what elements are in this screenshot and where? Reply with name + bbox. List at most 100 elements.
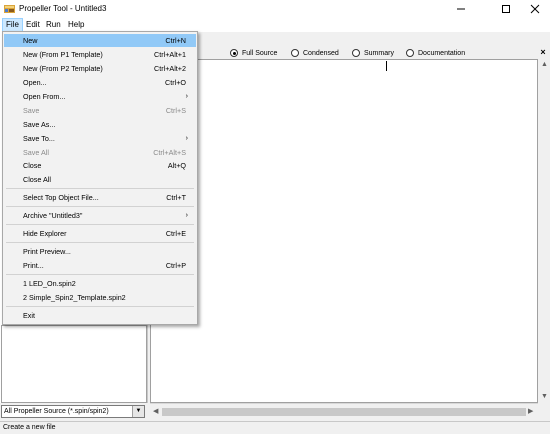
- menu-item-save-to[interactable]: Save To... ›: [4, 132, 196, 145]
- menu-file[interactable]: File: [2, 18, 23, 32]
- radio-documentation[interactable]: Documentation: [406, 47, 465, 59]
- maximize-button[interactable]: [491, 0, 521, 18]
- menu-edit[interactable]: Edit: [23, 18, 43, 32]
- scroll-right-arrow-icon[interactable]: ▶: [528, 408, 533, 416]
- radio-full-source[interactable]: Full Source: [230, 47, 277, 59]
- scroll-left-arrow-icon[interactable]: ◀: [153, 408, 158, 416]
- menu-item-shortcut: Ctrl+T: [166, 193, 186, 202]
- menu-item-label: Open...: [23, 78, 47, 87]
- close-icon: [530, 4, 540, 14]
- scroll-down-arrow-icon[interactable]: ▼: [541, 393, 548, 401]
- menu-item-new-p1-template[interactable]: New (From P1 Template) Ctrl+Alt+1: [4, 48, 196, 61]
- menu-item-close-all[interactable]: Close All: [4, 173, 196, 186]
- menu-item-label: 1 LED_On.spin2: [23, 279, 76, 288]
- submenu-arrow-icon: ›: [185, 135, 188, 142]
- menu-separator: [6, 224, 194, 225]
- menu-item-new-p2-template[interactable]: New (From P2 Template) Ctrl+Alt+2: [4, 62, 196, 75]
- menu-item-select-top-object[interactable]: Select Top Object File... Ctrl+T: [4, 191, 196, 204]
- text-caret: [386, 61, 387, 71]
- editor-close-button[interactable]: ×: [537, 46, 549, 58]
- menu-item-label: Save All: [23, 148, 49, 157]
- file-list-pane[interactable]: [1, 325, 147, 403]
- horizontal-scrollbar[interactable]: ◀ ▶: [150, 403, 538, 419]
- menu-item-open-from[interactable]: Open From... ›: [4, 90, 196, 103]
- menu-item-exit[interactable]: Exit: [4, 309, 196, 322]
- horizontal-scroll-thumb[interactable]: [162, 408, 526, 416]
- minimize-icon: [457, 8, 465, 10]
- menu-item-shortcut: Ctrl+N: [165, 36, 186, 45]
- menu-item-shortcut: Alt+Q: [167, 161, 186, 170]
- radio-button-checked[interactable]: [230, 49, 238, 57]
- menu-item-new[interactable]: New Ctrl+N: [4, 34, 196, 47]
- maximize-icon: [502, 5, 510, 13]
- menu-item-label: 2 Simple_Spin2_Template.spin2: [23, 293, 126, 302]
- menu-separator: [6, 206, 194, 207]
- menu-item-save-as[interactable]: Save As...: [4, 118, 196, 131]
- vertical-scrollbar[interactable]: ▲ ▼: [538, 59, 550, 403]
- window-title: Propeller Tool - Untitled3: [19, 4, 107, 13]
- radio-documentation-label: Documentation: [418, 49, 466, 57]
- menu-item-label: New (From P2 Template): [23, 64, 103, 73]
- radio-button[interactable]: [406, 49, 414, 57]
- menu-separator: [6, 274, 194, 275]
- menu-item-open[interactable]: Open... Ctrl+O: [4, 76, 196, 89]
- status-bar: Create a new file: [0, 421, 550, 434]
- menu-item-label: Print Preview...: [23, 247, 71, 256]
- minimize-button[interactable]: [446, 0, 476, 18]
- menu-item-hide-explorer[interactable]: Hide Explorer Ctrl+E: [4, 227, 196, 240]
- submenu-arrow-icon: ›: [185, 212, 188, 219]
- menu-item-shortcut: Ctrl+Alt+1: [154, 50, 186, 59]
- radio-button[interactable]: [291, 49, 299, 57]
- menu-item-shortcut: Ctrl+S: [165, 106, 186, 115]
- menu-item-label: Hide Explorer: [23, 229, 67, 238]
- submenu-arrow-icon: ›: [185, 93, 188, 100]
- radio-condensed-label: Condensed: [303, 49, 339, 57]
- chevron-down-icon[interactable]: ▼: [132, 406, 144, 417]
- menu-item-label: New (From P1 Template): [23, 50, 103, 59]
- radio-summary[interactable]: Summary: [352, 47, 394, 59]
- menu-item-close[interactable]: Close Alt+Q: [4, 159, 196, 172]
- menu-item-save-all[interactable]: Save All Ctrl+Alt+S: [4, 146, 196, 159]
- menu-item-label: Save To...: [23, 134, 55, 143]
- menu-item-label: New: [23, 36, 38, 45]
- code-editor[interactable]: [150, 59, 538, 403]
- menu-separator: [6, 306, 194, 307]
- file-filter-value: All Propeller Source (*.spin/spin2): [4, 408, 109, 415]
- menu-item-archive[interactable]: Archive "Untitled3" ›: [4, 209, 196, 222]
- menu-item-shortcut: Ctrl+Alt+2: [154, 64, 186, 73]
- menu-separator: [6, 188, 194, 189]
- menu-item-label: Exit: [23, 311, 35, 320]
- menu-item-label: Close: [23, 161, 42, 170]
- radio-summary-label: Summary: [364, 49, 394, 57]
- menu-item-shortcut: Ctrl+Alt+S: [153, 148, 186, 157]
- propeller-app-icon: [4, 5, 15, 13]
- menu-item-label: Open From...: [23, 92, 66, 101]
- menu-item-label: Close All: [23, 175, 51, 184]
- menu-item-shortcut: Ctrl+P: [165, 261, 186, 270]
- close-button[interactable]: [520, 0, 550, 18]
- radio-full-source-label: Full Source: [242, 49, 278, 57]
- file-menu-dropdown: New Ctrl+N New (From P1 Template) Ctrl+A…: [2, 31, 198, 325]
- menu-item-recent-1[interactable]: 1 LED_On.spin2: [4, 277, 196, 290]
- status-text: Create a new file: [3, 424, 56, 431]
- menu-item-label: Save As...: [23, 120, 56, 129]
- menu-item-shortcut: Ctrl+E: [165, 229, 186, 238]
- menu-item-print[interactable]: Print... Ctrl+P: [4, 259, 196, 272]
- menu-run[interactable]: Run: [43, 18, 64, 32]
- scroll-up-arrow-icon[interactable]: ▲: [541, 61, 548, 69]
- menu-bar: File Edit Run Help: [0, 18, 550, 32]
- menu-separator: [6, 242, 194, 243]
- menu-item-recent-2[interactable]: 2 Simple_Spin2_Template.spin2: [4, 291, 196, 304]
- menu-item-print-preview[interactable]: Print Preview...: [4, 245, 196, 258]
- menu-item-label: Save: [23, 106, 40, 115]
- menu-item-label: Select Top Object File...: [23, 193, 99, 202]
- title-bar: Propeller Tool - Untitled3: [0, 0, 550, 18]
- menu-item-label: Archive "Untitled3": [23, 211, 83, 220]
- menu-help[interactable]: Help: [65, 18, 87, 32]
- menu-item-shortcut: Ctrl+O: [165, 78, 186, 87]
- menu-item-save[interactable]: Save Ctrl+S: [4, 104, 196, 117]
- menu-item-label: Print...: [23, 261, 44, 270]
- file-filter-select[interactable]: All Propeller Source (*.spin/spin2) ▼: [1, 405, 145, 418]
- radio-button[interactable]: [352, 49, 360, 57]
- radio-condensed[interactable]: Condensed: [291, 47, 339, 59]
